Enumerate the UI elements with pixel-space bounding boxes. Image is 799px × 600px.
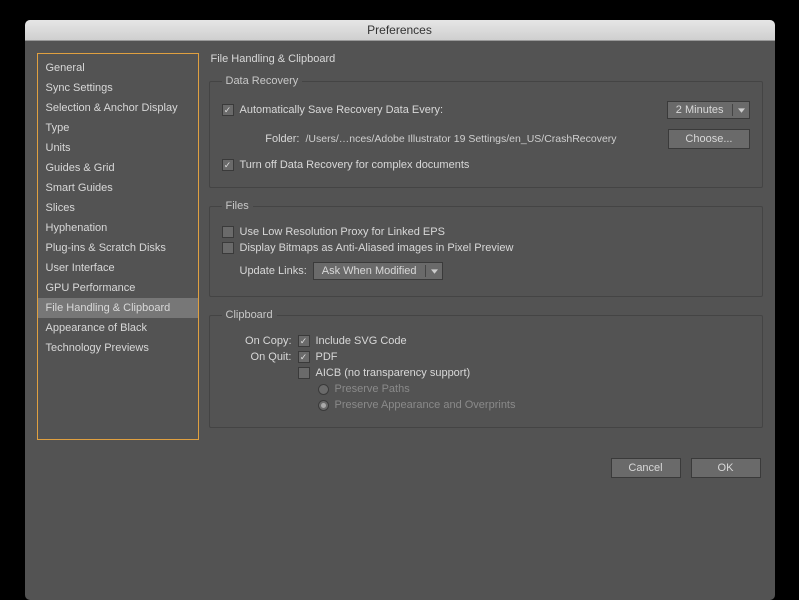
sidebar-item-plugins-scratch[interactable]: Plug-ins & Scratch Disks bbox=[38, 238, 198, 258]
folder-path: /Users/…nces/Adobe Illustrator 19 Settin… bbox=[306, 133, 617, 145]
preserve-appearance-label: Preserve Appearance and Overprints bbox=[335, 399, 516, 411]
clipboard-legend: Clipboard bbox=[222, 309, 277, 321]
low-res-proxy-label: Use Low Resolution Proxy for Linked EPS bbox=[240, 226, 445, 238]
sidebar-item-gpu-performance[interactable]: GPU Performance bbox=[38, 278, 198, 298]
pdf-checkbox[interactable] bbox=[298, 351, 310, 363]
choose-folder-button[interactable]: Choose... bbox=[668, 129, 749, 149]
sidebar-item-type[interactable]: Type bbox=[38, 118, 198, 138]
chevron-down-icon bbox=[425, 265, 438, 277]
sidebar-item-file-handling-clipboard[interactable]: File Handling & Clipboard bbox=[38, 298, 198, 318]
aicb-label: AICB (no transparency support) bbox=[316, 367, 471, 379]
include-svg-checkbox[interactable] bbox=[298, 335, 310, 347]
sidebar-item-units[interactable]: Units bbox=[38, 138, 198, 158]
on-copy-label: On Copy: bbox=[222, 335, 292, 347]
auto-save-checkbox[interactable] bbox=[222, 104, 234, 116]
ok-button[interactable]: OK bbox=[691, 458, 761, 478]
display-bitmaps-checkbox[interactable] bbox=[222, 242, 234, 254]
aicb-checkbox[interactable] bbox=[298, 367, 310, 379]
preserve-paths-radio[interactable] bbox=[318, 384, 329, 395]
folder-label: Folder: bbox=[240, 133, 300, 145]
files-group: Files Use Low Resolution Proxy for Linke… bbox=[209, 200, 763, 297]
update-links-value: Ask When Modified bbox=[322, 265, 417, 277]
files-legend: Files bbox=[222, 200, 253, 212]
sidebar-item-sync-settings[interactable]: Sync Settings bbox=[38, 78, 198, 98]
preferences-sidebar: General Sync Settings Selection & Anchor… bbox=[37, 53, 199, 440]
sidebar-item-slices[interactable]: Slices bbox=[38, 198, 198, 218]
on-quit-label: On Quit: bbox=[222, 351, 292, 363]
update-links-label: Update Links: bbox=[240, 265, 307, 277]
recovery-interval-dropdown[interactable]: 2 Minutes bbox=[667, 101, 750, 119]
auto-save-label: Automatically Save Recovery Data Every: bbox=[240, 104, 444, 116]
sidebar-item-appearance-black[interactable]: Appearance of Black bbox=[38, 318, 198, 338]
sidebar-item-hyphenation[interactable]: Hyphenation bbox=[38, 218, 198, 238]
display-bitmaps-label: Display Bitmaps as Anti-Aliased images i… bbox=[240, 242, 514, 254]
sidebar-item-technology-previews[interactable]: Technology Previews bbox=[38, 338, 198, 358]
page-title: File Handling & Clipboard bbox=[211, 53, 763, 65]
turn-off-recovery-checkbox[interactable] bbox=[222, 159, 234, 171]
low-res-proxy-checkbox[interactable] bbox=[222, 226, 234, 238]
cancel-button[interactable]: Cancel bbox=[611, 458, 681, 478]
pdf-label: PDF bbox=[316, 351, 338, 363]
sidebar-item-guides-grid[interactable]: Guides & Grid bbox=[38, 158, 198, 178]
include-svg-label: Include SVG Code bbox=[316, 335, 407, 347]
window-title: Preferences bbox=[25, 20, 775, 41]
preserve-paths-label: Preserve Paths bbox=[335, 383, 410, 395]
preserve-appearance-radio[interactable] bbox=[318, 400, 329, 411]
sidebar-item-selection-anchor[interactable]: Selection & Anchor Display bbox=[38, 98, 198, 118]
data-recovery-group: Data Recovery Automatically Save Recover… bbox=[209, 75, 763, 188]
recovery-interval-value: 2 Minutes bbox=[676, 104, 724, 116]
update-links-dropdown[interactable]: Ask When Modified bbox=[313, 262, 443, 280]
sidebar-item-smart-guides[interactable]: Smart Guides bbox=[38, 178, 198, 198]
clipboard-group: Clipboard On Copy: Include SVG Code On Q… bbox=[209, 309, 763, 428]
preferences-window: Preferences General Sync Settings Select… bbox=[25, 20, 775, 600]
chevron-down-icon bbox=[732, 104, 745, 116]
sidebar-item-general[interactable]: General bbox=[38, 58, 198, 78]
turn-off-recovery-label: Turn off Data Recovery for complex docum… bbox=[240, 159, 470, 171]
sidebar-item-user-interface[interactable]: User Interface bbox=[38, 258, 198, 278]
main-panel: File Handling & Clipboard Data Recovery … bbox=[209, 53, 763, 440]
data-recovery-legend: Data Recovery bbox=[222, 75, 303, 87]
